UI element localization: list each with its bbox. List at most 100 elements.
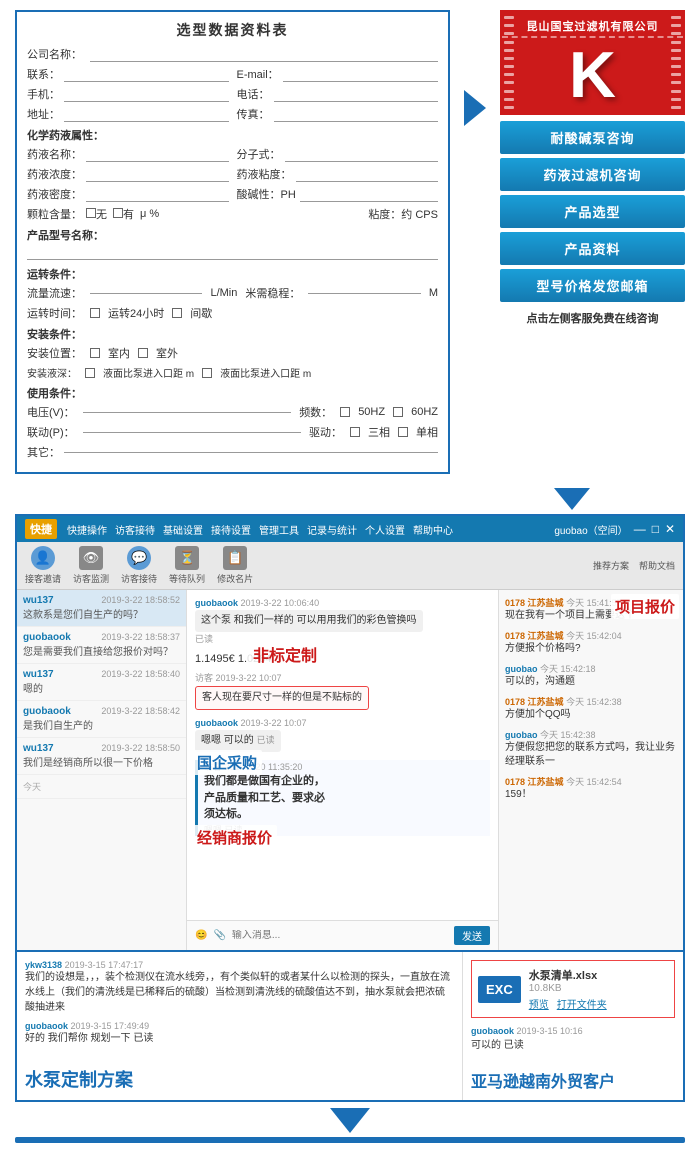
bottom-chat-0-header: ykw3138 2019-3-15 17:47:17 — [25, 960, 454, 970]
cb-continuous — [90, 308, 100, 318]
file-info: 水泵清单.xlsx 10.8KB 预览 打开文件夹 — [529, 967, 668, 1011]
ph-label: 酸碱性：PH — [237, 186, 296, 202]
right-panel: 昆山国宝过滤机有限公司 K 耐酸碱泵咨询 药液过滤机咨询 产品选型 产品资料 型… — [500, 10, 685, 326]
freq-label: 频数： — [299, 404, 332, 420]
sub-icon-card[interactable]: 📋 修改名片 — [217, 546, 253, 585]
density-field — [86, 186, 229, 202]
particle-row: 颗粒含量： 无 有 μ % 粘度：约 CPS — [27, 206, 438, 222]
menu-item-2[interactable]: 基础设置 — [163, 522, 203, 537]
arrow-down-icon-1 — [554, 488, 590, 510]
conv-name-3: guobaook — [23, 706, 71, 717]
rm4-time: 今天 15:42:38 — [540, 730, 596, 740]
phone-tel-row: 手机： 电话： — [27, 86, 438, 102]
visc-field — [296, 166, 439, 182]
menu-btn-4[interactable]: 型号价格发您邮箱 — [500, 269, 685, 302]
preview-btn[interactable]: 预览 — [529, 996, 549, 1011]
chat-section: 快捷 快捷操作 访客接待 基础设置 接待设置 管理工具 记录与统计 个人设置 帮… — [15, 514, 685, 952]
particle-label: 颗粒含量： — [27, 206, 82, 222]
open-folder-btn[interactable]: 打开文件夹 — [557, 996, 607, 1011]
chat-input-field[interactable] — [232, 930, 448, 941]
usage-row3: 其它： — [27, 444, 438, 460]
rm5-region: 江苏盐城 — [528, 777, 564, 787]
cb-three — [350, 427, 360, 437]
chat-list-item-0[interactable]: wu137 2019-3-22 18:58:52 这款系是您们自生产的吗？ — [17, 590, 186, 627]
cb-indoor — [90, 348, 100, 358]
range-unit: M — [429, 287, 438, 299]
send-button[interactable]: 发送 — [454, 926, 490, 945]
maximize-icon[interactable]: □ — [652, 522, 659, 536]
sub-icon-monitor[interactable]: 👁 访客监测 — [73, 546, 109, 585]
range-field — [308, 293, 420, 294]
right-msg-5-header: 0178 江苏盐城 今天 15:42:54 — [505, 775, 677, 788]
close-icon[interactable]: ✕ — [665, 522, 675, 536]
price-2: 1.0284 — [238, 653, 272, 665]
minimize-icon[interactable]: — — [634, 522, 646, 536]
model-field-row — [27, 246, 438, 260]
model-section-title: 产品型号名称： — [27, 227, 438, 243]
inlet-label: 液面比泵进入口距 m — [103, 365, 194, 380]
menu-item-5[interactable]: 记录与统计 — [307, 522, 357, 537]
fax-label: 传真： — [237, 106, 270, 122]
rm2-time: 今天 15:42:18 — [540, 664, 596, 674]
menu-item-4[interactable]: 管理工具 — [259, 522, 299, 537]
usage-row1: 电压(V)： 频数： 50HZ 60HZ — [27, 404, 438, 420]
flow-unit: L/Min — [210, 287, 237, 299]
cb-none-label: 无 — [96, 209, 107, 221]
arrow-right-icon — [464, 90, 486, 126]
chem-row3: 药液密度： 酸碱性：PH — [27, 186, 438, 202]
right-msg-5: 0178 江苏盐城 今天 15:42:54 159！ — [505, 775, 677, 802]
menu-btn-0[interactable]: 耐酸碱泵咨询 — [500, 121, 685, 154]
freq-50: 50HZ — [358, 406, 385, 418]
sub-icon-chat[interactable]: 💬 访客接待 — [121, 546, 157, 585]
sub-icon-invite[interactable]: 👤 接客邀请 — [25, 546, 61, 585]
conv-msg-4: 我们是经销商所以很一下价格 — [23, 754, 178, 769]
rm4-msg: 方便假您把您的联系方式吗，我让业务经理联系一 — [505, 741, 677, 769]
chat-list-item-1[interactable]: guobaook 2019-3-22 18:58:37 您是需要我们直接给您报价… — [17, 627, 186, 664]
chat-messages-area: guobaook 2019-3-22 10:06:40 这个泵 和我们一样的 可… — [187, 590, 498, 920]
chat-body: wu137 2019-3-22 18:58:52 这款系是您们自生产的吗？ gu… — [17, 590, 683, 950]
chat-list-item-4[interactable]: wu137 2019-3-22 18:58:50 我们是经销商所以很一下价格 — [17, 738, 186, 775]
right-msg-4: guobao 今天 15:42:38 方便假您把您的联系方式吗，我让业务经理联系… — [505, 728, 677, 769]
stripe-decoration — [502, 12, 516, 113]
toolbar-right: guobao（空间） — □ ✕ — [554, 522, 675, 537]
tel-label: 电话： — [237, 86, 270, 102]
chat-toolbar: 快捷 快捷操作 访客接待 基础设置 接待设置 管理工具 记录与统计 个人设置 帮… — [17, 516, 683, 542]
right-msg-1-header: 0178 江苏盐城 今天 15:42:04 — [505, 629, 677, 642]
annotation-amazon: 亚马逊越南外贸客户 — [471, 1068, 615, 1092]
msg-item-price: 1.1495€ 1.0284 — [195, 653, 490, 665]
cb-outlet — [202, 368, 212, 378]
molecule-label: 分子式： — [237, 146, 281, 162]
menu-item-0[interactable]: 快捷操作 — [67, 522, 107, 537]
menu-item-7[interactable]: 帮助中心 — [413, 522, 453, 537]
final-arrow-down-icon — [330, 1108, 370, 1133]
other-field — [64, 452, 438, 453]
chat-list-item-2[interactable]: wu137 2019-3-22 18:58:40 嗯的 — [17, 664, 186, 701]
form-title: 选型数据资料表 — [27, 20, 438, 40]
menu-item-1[interactable]: 访客接待 — [115, 522, 155, 537]
arrow-right-container — [462, 90, 488, 126]
rm0-region: 江苏盐城 — [528, 598, 564, 608]
menu-btn-3[interactable]: 产品资料 — [500, 232, 685, 265]
phone-field — [64, 86, 229, 102]
file-icon: EXC — [478, 976, 521, 1003]
menu-btn-2[interactable]: 产品选型 — [500, 195, 685, 228]
operation-section-title: 运转条件： — [27, 266, 438, 282]
bottom-right-msg-1: guobaook 2019-3-15 10:16 可以的 已读 — [471, 1026, 675, 1051]
menu-btn-1[interactable]: 药液过滤机咨询 — [500, 158, 685, 191]
menu-item-3[interactable]: 接待设置 — [211, 522, 251, 537]
voltage-field — [83, 412, 292, 413]
menu-item-6[interactable]: 个人设置 — [365, 522, 405, 537]
file-actions: 预览 打开文件夹 — [529, 996, 668, 1011]
sub-icon-queue[interactable]: ⏳ 等待队列 — [169, 546, 205, 585]
bottom-chat-0: ykw3138 2019-3-15 17:47:17 我们的设想是，，，装个检测… — [25, 960, 454, 1015]
molecule-field — [285, 146, 439, 162]
conv-msg-2: 嗯的 — [23, 680, 180, 695]
right-msg-2: guobao 今天 15:42:18 可以的，沟通题 — [505, 662, 677, 689]
op-row1: 流量流速： L/Min 米需稳程： M — [27, 285, 438, 301]
rm3-region: 江苏盐城 — [528, 697, 564, 707]
arrow-down-1 — [0, 484, 700, 514]
chat-list-item-3[interactable]: guobaook 2019-3-22 18:58:42 是我们自生产的 — [17, 701, 186, 738]
file-name: 水泵清单.xlsx — [529, 967, 668, 983]
rm5-msg: 159！ — [505, 788, 677, 802]
rm1-id: 0178 — [505, 631, 525, 641]
